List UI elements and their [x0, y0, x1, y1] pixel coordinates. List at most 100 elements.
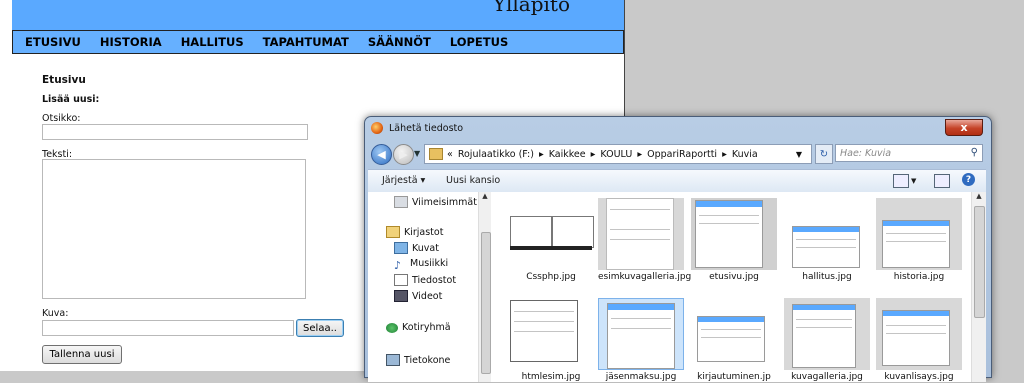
save-button[interactable]: Tallenna uusi [42, 345, 122, 364]
homegroup-icon [386, 322, 398, 333]
close-button[interactable]: x [945, 119, 983, 136]
nav-item-label: Kotiryhmä [402, 322, 451, 333]
file-item[interactable]: kuvagalleria.jpg [784, 298, 870, 383]
breadcrumb-kuvia[interactable]: Kuvia [732, 149, 758, 160]
file-name: esimkuvagalleria.jpg [598, 272, 692, 282]
preview-pane-icon[interactable] [934, 174, 950, 188]
breadcrumb-separator[interactable]: ▸ [539, 149, 544, 160]
file-item[interactable]: etusivu.jpg [691, 198, 777, 283]
breadcrumb-overflow[interactable]: « [447, 149, 453, 160]
image-label: Kuva: [42, 308, 69, 319]
help-icon[interactable]: ? [962, 173, 975, 186]
new-folder-button[interactable]: Uusi kansio [446, 175, 500, 186]
search-input[interactable]: Hae: Kuvia ⚲ [835, 144, 983, 162]
close-icon: x [960, 121, 968, 134]
file-name: kuvanlisays.jpg [884, 372, 954, 382]
file-name: kirjautuminen.jp [697, 372, 771, 382]
breadcrumb-koulu[interactable]: KOULU [600, 149, 632, 160]
nav-saannot[interactable]: SÄÄNNÖT [368, 35, 431, 49]
file-thumbnail [598, 298, 684, 370]
breadcrumb-separator[interactable]: ▸ [637, 149, 642, 160]
image-file-input[interactable] [42, 320, 294, 336]
file-thumbnail [508, 298, 594, 370]
back-button[interactable]: ◀ [371, 144, 392, 165]
main-nav: ETUSIVU HISTORIA HALLITUS TAPAHTUMAT SÄÄ… [12, 30, 624, 54]
scroll-thumb[interactable] [974, 206, 985, 318]
forward-button[interactable]: ▶ [393, 144, 414, 165]
view-dropdown-icon[interactable]: ▼ [911, 177, 916, 185]
section-title: Etusivu [42, 74, 86, 86]
breadcrumb[interactable]: « Rojulaatikko (F:) ▸ Kaikkee ▸ KOULU ▸ … [424, 144, 812, 164]
dialog-toolbar: Järjestä ▾ Uusi kansio ▼ ? [368, 169, 986, 193]
documents-icon [394, 274, 408, 286]
nav-item-pictures[interactable]: Kuvat [394, 242, 439, 254]
scroll-up-icon[interactable]: ▲ [972, 192, 986, 200]
file-item[interactable]: hallitus.jpg [784, 198, 870, 283]
view-options-icon[interactable] [893, 174, 909, 188]
file-item[interactable]: htmlesim.jpg [508, 298, 594, 383]
forward-arrow-icon: ▶ [399, 148, 408, 161]
breadcrumb-separator[interactable]: ▸ [591, 149, 596, 160]
videos-icon [394, 290, 408, 302]
search-icon[interactable]: ⚲ [971, 147, 978, 158]
nav-item-documents[interactable]: Tiedostot [394, 274, 456, 286]
file-thumbnail [598, 198, 684, 270]
folder-icon [429, 148, 443, 160]
file-thumbnail [691, 298, 777, 370]
nav-item-music[interactable]: ♪ Musiikki [394, 258, 449, 272]
file-upload-dialog: Lähetä tiedosto x ◀ ▶ ▼ « Rojulaatikko (… [364, 116, 992, 382]
file-thumbnail [691, 198, 777, 270]
file-item[interactable]: historia.jpg [876, 198, 962, 283]
refresh-icon: ↻ [819, 148, 829, 160]
nav-item-label: Musiikki [410, 258, 449, 269]
nav-etusivu[interactable]: ETUSIVU [25, 35, 81, 49]
nav-item-libraries[interactable]: Kirjastot [386, 226, 443, 238]
nav-lopetus[interactable]: LOPETUS [450, 35, 508, 49]
dialog-titlebar[interactable]: Lähetä tiedosto x [365, 117, 991, 139]
add-new-heading: Lisää uusi: [42, 94, 100, 105]
nav-item-label: Kirjastot [404, 226, 444, 238]
nav-item-label: Tiedostot [412, 274, 457, 286]
nav-item-label: Tietokone [404, 354, 451, 366]
file-item[interactable]: jäsenmaksu.jpg [598, 298, 684, 383]
breadcrumb-drive[interactable]: Rojulaatikko (F:) [458, 149, 534, 160]
navigation-scrollbar[interactable]: ▲ [478, 192, 491, 382]
nav-item-computer[interactable]: Tietokone [386, 354, 450, 366]
dialog-title: Lähetä tiedosto [389, 123, 464, 134]
breadcrumb-opparirapportti[interactable]: OppariRaportti [647, 149, 717, 160]
text-area[interactable] [42, 159, 306, 299]
refresh-button[interactable]: ↻ [815, 144, 833, 164]
scroll-thumb[interactable] [481, 232, 491, 374]
nav-tapahtumat[interactable]: TAPAHTUMAT [263, 35, 349, 49]
file-item[interactable]: Cssphp.jpg [508, 198, 594, 283]
file-item[interactable]: kuvanlisays.jpg [876, 298, 962, 383]
nav-item-homegroup[interactable]: Kotiryhmä [386, 322, 451, 333]
file-thumbnail [876, 298, 962, 370]
file-name: etusivu.jpg [709, 272, 759, 282]
nav-item-recent[interactable]: Viimeisimmät sij [394, 196, 490, 208]
nav-hallitus[interactable]: HALLITUS [181, 35, 244, 49]
libraries-icon [386, 226, 400, 238]
file-thumbnail [876, 198, 962, 270]
back-arrow-icon: ◀ [377, 148, 386, 161]
scroll-up-icon[interactable]: ▲ [479, 192, 491, 200]
file-thumbnail [784, 298, 870, 370]
file-name: kuvagalleria.jpg [791, 372, 863, 382]
history-dropdown-icon[interactable]: ▼ [414, 149, 420, 158]
path-dropdown-icon[interactable]: ▼ [796, 150, 802, 159]
add-form: Etusivu [42, 74, 86, 86]
title-input[interactable] [42, 124, 308, 140]
address-bar: ◀ ▶ ▼ « Rojulaatikko (F:) ▸ Kaikkee ▸ KO… [371, 143, 985, 165]
breadcrumb-kaikkee[interactable]: Kaikkee [549, 149, 586, 160]
breadcrumb-separator[interactable]: ▸ [722, 149, 727, 160]
file-thumbnail [508, 198, 594, 270]
organize-menu[interactable]: Järjestä ▾ [382, 175, 425, 186]
file-name: htmlesim.jpg [521, 372, 581, 382]
files-scrollbar[interactable]: ▲ [971, 192, 986, 382]
browse-button[interactable]: Selaa.. [296, 319, 344, 337]
nav-historia[interactable]: HISTORIA [100, 35, 162, 49]
file-item[interactable]: kirjautuminen.jp [691, 298, 777, 383]
nav-item-videos[interactable]: Videot [394, 290, 442, 302]
file-item[interactable]: esimkuvagalleria.jpg [598, 198, 692, 283]
file-thumbnail [784, 198, 870, 270]
